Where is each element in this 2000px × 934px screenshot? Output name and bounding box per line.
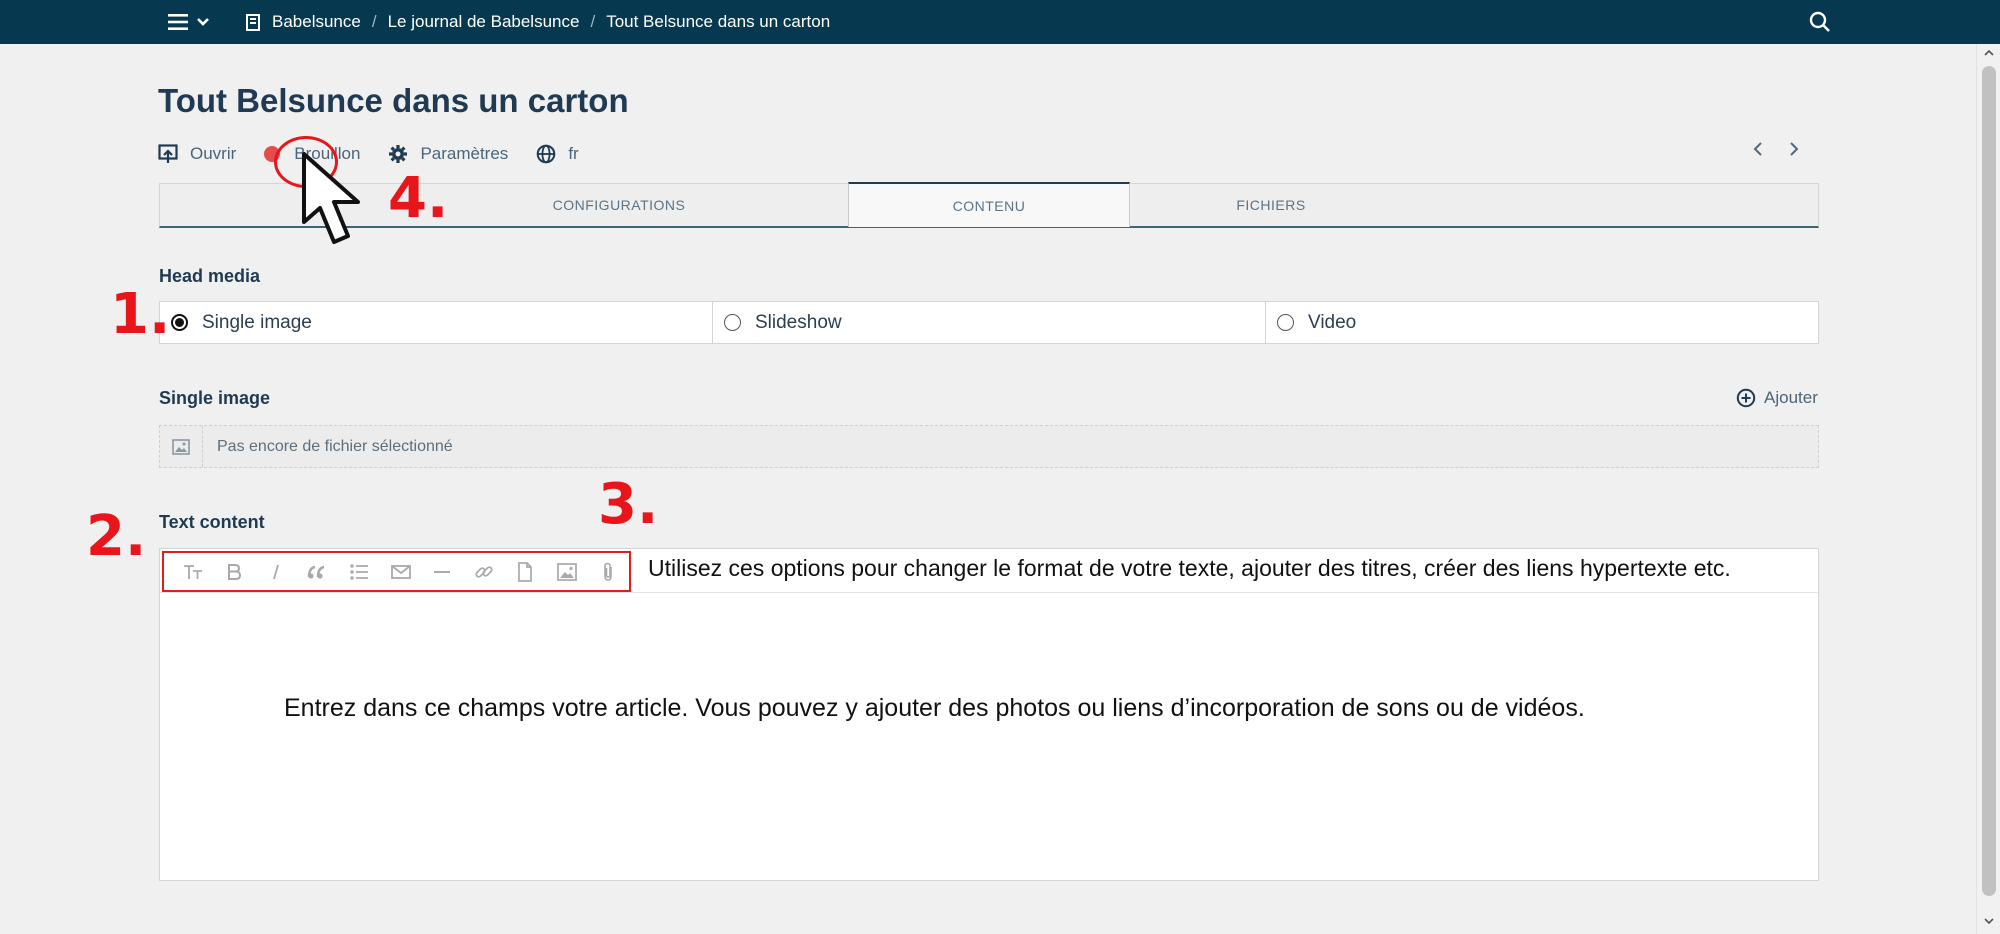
attachment-icon[interactable] xyxy=(587,557,629,587)
open-button[interactable]: Ouvrir xyxy=(158,144,236,164)
open-label: Ouvrir xyxy=(190,144,237,163)
annotation-number-1: 1. xyxy=(110,282,171,347)
file-field[interactable]: Pas encore de fichier sélectionné xyxy=(159,425,1819,468)
head-media-radio-group: Single image Slideshow Video xyxy=(159,301,1819,344)
open-icon xyxy=(158,144,178,163)
annotation-number-2: 2. xyxy=(86,504,147,569)
annotation-number-3: 3. xyxy=(598,472,659,537)
image-icon xyxy=(172,438,190,455)
horizontal-rule-icon[interactable] xyxy=(421,557,463,587)
mouse-cursor-icon xyxy=(302,152,360,244)
tab-configurations[interactable]: CONFIGURATIONS xyxy=(160,184,848,226)
chevron-left-icon[interactable] xyxy=(1752,140,1764,158)
bold-icon[interactable] xyxy=(214,557,256,587)
globe-icon xyxy=(537,144,556,164)
radio-label: Slideshow xyxy=(755,311,842,333)
breadcrumb-item[interactable]: Tout Belsunce dans un carton xyxy=(606,12,830,32)
tab-fichiers[interactable]: FICHIERS xyxy=(1130,184,1412,226)
text-content-label: Text content xyxy=(159,512,265,532)
editor-toolbar xyxy=(162,551,631,592)
file-placeholder: Pas encore de fichier sélectionné xyxy=(217,437,453,455)
page-title: Tout Belsunce dans un carton xyxy=(158,82,629,119)
breadcrumb: Babelsunce / Le journal de Babelsunce / … xyxy=(246,0,830,44)
settings-button[interactable]: Paramètres xyxy=(388,144,508,164)
add-file-label: Ajouter xyxy=(1764,388,1818,407)
hamburger-icon xyxy=(168,14,188,30)
scroll-up-icon[interactable] xyxy=(1983,48,1995,58)
radio-label: Single image xyxy=(202,311,312,333)
top-bar: Babelsunce / Le journal de Babelsunce / … xyxy=(0,0,2000,44)
radio-label: Video xyxy=(1308,311,1357,333)
chevron-down-icon xyxy=(197,18,209,26)
radio-slideshow[interactable]: Slideshow xyxy=(713,302,1266,343)
search-icon[interactable] xyxy=(1808,10,1832,34)
menu-button[interactable] xyxy=(168,10,216,34)
settings-label: Paramètres xyxy=(420,144,509,163)
radio-video[interactable]: Video xyxy=(1266,302,1818,343)
link-icon[interactable] xyxy=(463,557,505,587)
email-icon[interactable] xyxy=(380,557,422,587)
single-image-label: Single image xyxy=(159,388,271,408)
text-editor[interactable]: Utilisez ces options pour changer le for… xyxy=(159,548,1819,881)
head-media-label: Head media xyxy=(159,266,261,286)
radio-unchecked-icon xyxy=(724,314,741,331)
text-size-icon[interactable] xyxy=(172,557,214,587)
language-button[interactable]: fr xyxy=(536,144,579,164)
radio-single-image[interactable]: Single image xyxy=(160,302,713,343)
editor-toolbar-row: Utilisez ces options pour changer le for… xyxy=(160,549,1818,593)
scrollbar-thumb[interactable] xyxy=(1982,66,1996,896)
language-label: fr xyxy=(568,144,579,163)
file-icon[interactable] xyxy=(504,557,546,587)
add-file-button[interactable]: Ajouter xyxy=(1736,388,1818,408)
chevron-right-icon[interactable] xyxy=(1788,140,1800,158)
breadcrumb-item[interactable]: Babelsunce xyxy=(272,12,361,32)
journal-icon xyxy=(246,13,260,31)
annotation-number-4: 4. xyxy=(388,166,449,231)
breadcrumb-separator: / xyxy=(590,12,596,31)
item-navigation xyxy=(1752,140,1800,158)
image-placeholder-cell xyxy=(160,426,203,467)
breadcrumb-separator: / xyxy=(371,12,377,31)
radio-unchecked-icon xyxy=(1277,314,1294,331)
quote-icon[interactable] xyxy=(297,557,339,587)
breadcrumb-item[interactable]: Le journal de Babelsunce xyxy=(388,12,580,32)
scroll-down-icon[interactable] xyxy=(1983,916,1995,926)
toolbar-hint-text: Utilisez ces options pour changer le for… xyxy=(648,555,1731,581)
radio-checked-icon xyxy=(171,314,188,331)
editor-body-hint: Entrez dans ce champs votre article. Vou… xyxy=(284,694,1585,722)
tab-contenu[interactable]: CONTENU xyxy=(848,182,1130,227)
plus-circle-icon xyxy=(1736,388,1756,408)
italic-icon[interactable] xyxy=(255,557,297,587)
scrollbar[interactable] xyxy=(1976,44,2000,934)
bullet-list-icon[interactable] xyxy=(338,557,380,587)
gear-icon xyxy=(389,145,408,163)
image-icon[interactable] xyxy=(546,557,588,587)
